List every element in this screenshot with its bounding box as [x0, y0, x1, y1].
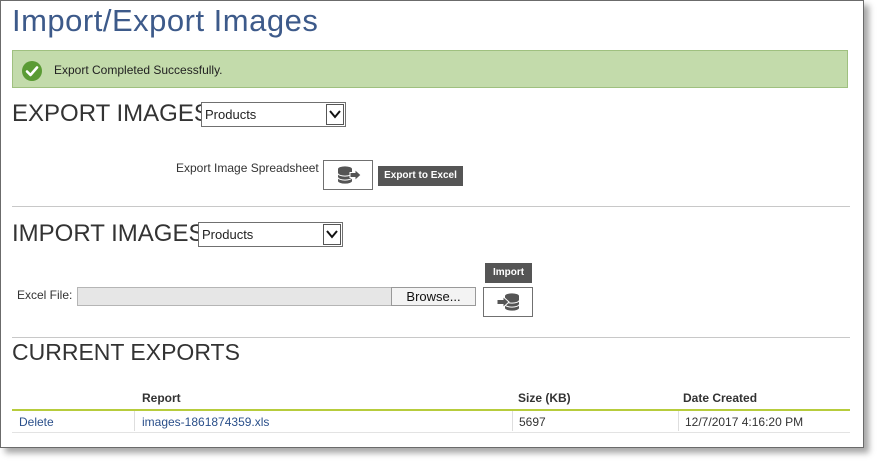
column-header-size: Size (KB): [518, 391, 571, 405]
alert-message: Export Completed Successfully.: [54, 63, 223, 77]
table-row-border: [12, 432, 850, 433]
check-circle-icon: [22, 61, 42, 81]
file-path-input[interactable]: [77, 287, 392, 306]
report-size: 5697: [519, 415, 546, 429]
export-to-excel-button[interactable]: Export to Excel: [378, 166, 463, 186]
current-exports-title: CURRENT EXPORTS: [12, 339, 240, 365]
divider: [12, 337, 850, 338]
report-file-link[interactable]: images-1861874359.xls: [142, 415, 269, 429]
page-title: Import/Export Images: [12, 3, 319, 38]
window: Import/Export Images Export Completed Su…: [0, 0, 864, 448]
browse-button[interactable]: Browse...: [391, 287, 476, 306]
import-icon-button[interactable]: [483, 287, 533, 317]
chevron-down-icon[interactable]: [323, 224, 341, 245]
column-header-date: Date Created: [683, 391, 758, 405]
export-section-title: EXPORT IMAGES: [12, 100, 210, 127]
success-alert: Export Completed Successfully.: [12, 50, 848, 88]
delete-link[interactable]: Delete: [19, 415, 54, 429]
report-date: 12/7/2017 4:16:20 PM: [685, 415, 804, 429]
export-type-select[interactable]: Products: [201, 102, 346, 127]
column-divider: [134, 411, 135, 431]
column-header-report: Report: [142, 391, 181, 405]
export-type-value: Products: [205, 107, 257, 122]
divider: [12, 206, 850, 207]
database-export-icon: [337, 166, 362, 184]
column-divider: [512, 411, 513, 431]
export-spreadsheet-label: Export Image Spreadsheet: [176, 161, 319, 175]
import-type-select[interactable]: Products: [198, 222, 343, 247]
excel-file-label: Excel File:: [17, 288, 73, 302]
database-import-icon: [496, 293, 520, 311]
import-button[interactable]: Import: [485, 263, 532, 283]
chevron-down-icon[interactable]: [326, 104, 344, 125]
export-icon-button[interactable]: [323, 160, 373, 190]
import-section-title: IMPORT IMAGES: [12, 220, 205, 247]
table-header-underline: [12, 409, 850, 411]
column-divider: [678, 411, 679, 431]
import-type-value: Products: [202, 227, 254, 242]
